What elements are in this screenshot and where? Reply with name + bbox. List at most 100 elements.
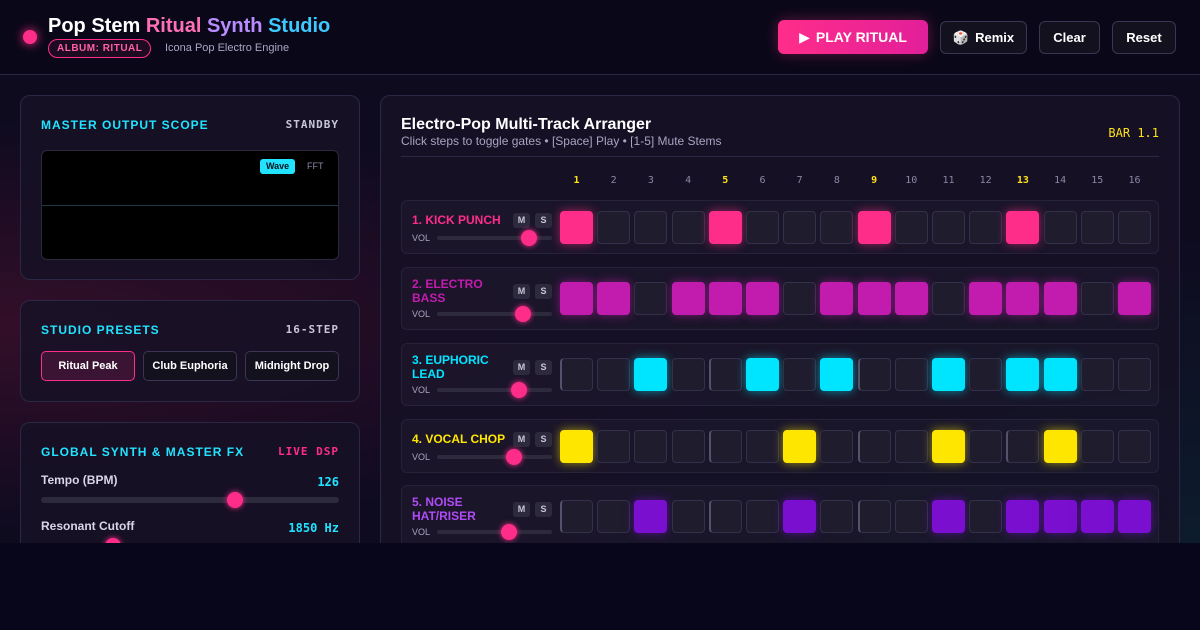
step-cell-8-on[interactable] (820, 358, 854, 391)
step-cell-6-on[interactable] (746, 358, 779, 391)
step-cell-1-off[interactable] (560, 500, 593, 533)
step-cell-5-off[interactable] (708, 358, 742, 391)
step-cell-10-off[interactable] (894, 210, 928, 244)
step-cell-1-off[interactable] (560, 358, 593, 391)
step-cell-7-off[interactable] (783, 210, 817, 244)
preset-ritual-peak-button[interactable]: Ritual Peak (41, 351, 135, 381)
step-cell-10-off[interactable] (894, 500, 928, 533)
step-cell-8-on[interactable] (820, 282, 854, 315)
volume-slider-thumb[interactable] (521, 230, 537, 246)
step-cell-3-off[interactable] (634, 210, 668, 244)
step-cell-11-on[interactable] (932, 500, 965, 533)
step-cell-1-on[interactable] (560, 429, 593, 463)
tempo-slider[interactable] (41, 492, 339, 508)
step-cell-3-off[interactable] (634, 429, 668, 463)
step-cell-12-off[interactable] (969, 210, 1003, 244)
step-cell-10-on[interactable] (894, 282, 928, 315)
step-cell-6-off[interactable] (746, 210, 779, 244)
step-cell-2-off[interactable] (597, 500, 631, 533)
scope-tab-wave[interactable]: Wave (260, 159, 296, 174)
step-cell-11-off[interactable] (932, 210, 965, 244)
step-cell-5-off[interactable] (708, 500, 742, 533)
step-cell-13-off[interactable] (1006, 429, 1040, 463)
step-cell-13-on[interactable] (1006, 500, 1040, 533)
clear-button[interactable]: Clear (1039, 21, 1100, 54)
step-cell-15-off[interactable] (1080, 429, 1114, 463)
step-cell-14-on[interactable] (1043, 358, 1077, 391)
step-cell-15-off[interactable] (1080, 282, 1114, 315)
solo-button[interactable]: S (535, 213, 552, 228)
step-cell-7-off[interactable] (783, 358, 817, 391)
step-cell-4-off[interactable] (671, 210, 705, 244)
step-cell-16-on[interactable] (1118, 500, 1151, 533)
step-cell-3-off[interactable] (634, 282, 668, 315)
step-cell-16-on[interactable] (1118, 282, 1151, 315)
volume-slider-thumb[interactable] (510, 382, 527, 398)
step-cell-7-on[interactable] (783, 500, 817, 533)
step-cell-5-on[interactable] (708, 282, 742, 315)
step-cell-7-on[interactable] (783, 429, 817, 463)
step-cell-16-off[interactable] (1118, 358, 1151, 391)
step-cell-4-on[interactable] (671, 282, 705, 315)
solo-button[interactable]: S (535, 502, 552, 517)
volume-slider[interactable] (437, 449, 552, 465)
play-ritual-button[interactable]: ▶ PLAY RITUAL (778, 20, 928, 54)
volume-slider-thumb[interactable] (501, 524, 518, 540)
step-cell-9-on[interactable] (857, 282, 891, 315)
step-cell-10-off[interactable] (894, 429, 928, 463)
step-cell-3-on[interactable] (634, 500, 668, 533)
step-cell-2-off[interactable] (597, 358, 631, 391)
step-cell-12-on[interactable] (969, 282, 1003, 315)
step-cell-4-off[interactable] (671, 429, 705, 463)
step-cell-4-off[interactable] (671, 500, 705, 533)
mute-button[interactable]: M (513, 502, 530, 517)
volume-slider[interactable] (437, 306, 552, 322)
mute-button[interactable]: M (513, 213, 530, 228)
preset-midnight-drop-button[interactable]: Midnight Drop (245, 351, 339, 381)
mute-button[interactable]: M (513, 360, 530, 375)
step-cell-5-on[interactable] (708, 210, 742, 244)
step-cell-9-off[interactable] (857, 358, 891, 391)
step-cell-8-off[interactable] (820, 429, 854, 463)
step-cell-1-on[interactable] (560, 282, 593, 315)
step-cell-5-off[interactable] (708, 429, 742, 463)
step-cell-12-off[interactable] (969, 358, 1003, 391)
step-cell-13-on[interactable] (1006, 282, 1040, 315)
step-cell-13-on[interactable] (1006, 358, 1040, 391)
step-cell-10-off[interactable] (894, 358, 928, 391)
volume-slider-thumb[interactable] (506, 449, 523, 465)
scope-tab-fft[interactable]: FFT (307, 159, 324, 174)
step-cell-9-off[interactable] (857, 429, 891, 463)
mute-button[interactable]: M (513, 284, 530, 299)
step-cell-3-on[interactable] (634, 358, 668, 391)
step-cell-14-on[interactable] (1043, 500, 1077, 533)
step-cell-14-on[interactable] (1043, 282, 1077, 315)
step-cell-16-off[interactable] (1118, 429, 1151, 463)
volume-slider[interactable] (437, 524, 552, 540)
step-cell-7-off[interactable] (783, 282, 817, 315)
step-cell-8-off[interactable] (820, 500, 854, 533)
volume-slider-thumb[interactable] (515, 306, 532, 322)
step-cell-2-off[interactable] (597, 210, 631, 244)
solo-button[interactable]: S (535, 284, 552, 299)
step-cell-15-off[interactable] (1080, 358, 1114, 391)
volume-slider[interactable] (437, 382, 552, 398)
step-cell-6-off[interactable] (746, 500, 779, 533)
step-cell-12-off[interactable] (969, 500, 1003, 533)
step-cell-4-off[interactable] (671, 358, 705, 391)
tempo-slider-thumb[interactable] (226, 492, 243, 508)
step-cell-2-off[interactable] (597, 429, 631, 463)
step-cell-11-off[interactable] (932, 282, 965, 315)
volume-slider[interactable] (437, 230, 552, 246)
step-cell-15-off[interactable] (1080, 210, 1114, 244)
step-cell-13-on[interactable] (1006, 210, 1040, 244)
step-cell-9-off[interactable] (857, 500, 891, 533)
reset-button[interactable]: Reset (1112, 21, 1176, 54)
solo-button[interactable]: S (535, 360, 552, 375)
mute-button[interactable]: M (513, 432, 530, 447)
step-cell-8-off[interactable] (820, 210, 854, 244)
step-cell-14-off[interactable] (1043, 210, 1077, 244)
step-cell-15-on[interactable] (1080, 500, 1114, 533)
remix-button[interactable]: 🎲 Remix (940, 21, 1027, 54)
preset-club-euphoria-button[interactable]: Club Euphoria (143, 351, 237, 381)
